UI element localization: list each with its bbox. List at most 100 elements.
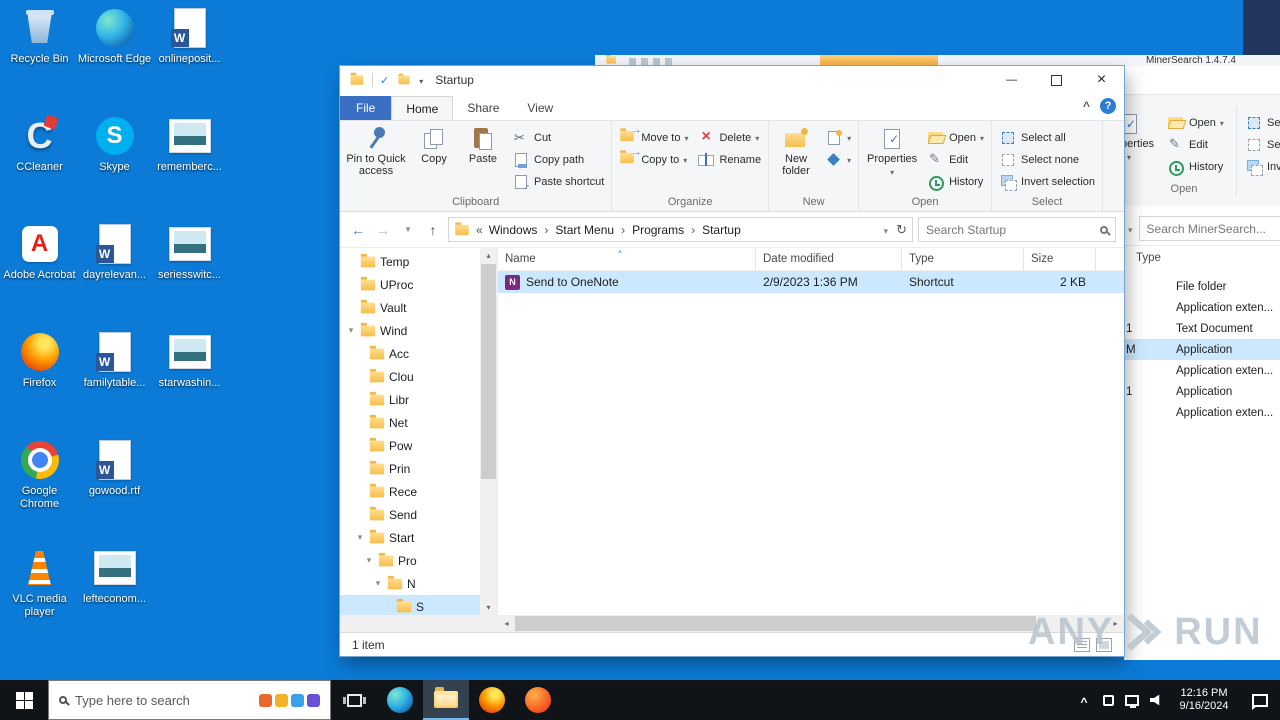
maximize-button[interactable] <box>1034 66 1079 94</box>
network-icon[interactable] <box>1120 680 1144 720</box>
select-none-button[interactable]: Select none <box>996 150 1098 169</box>
tree-item[interactable]: Acc <box>340 342 497 365</box>
paste-button[interactable]: Paste <box>460 124 506 195</box>
tree-item[interactable]: Start <box>340 526 497 549</box>
tab-view[interactable]: View <box>513 96 567 120</box>
file-row[interactable]: File folder <box>1124 276 1280 297</box>
tree-item[interactable]: Prin <box>340 457 497 480</box>
column-header-date-modified[interactable]: Date modified <box>756 248 902 270</box>
recent-locations-icon[interactable] <box>398 219 418 241</box>
desktop-icon[interactable]: Firefox <box>2 330 77 438</box>
tree-item[interactable]: Pro <box>340 549 497 572</box>
desktop-icon[interactable]: gowood.rtf <box>77 438 152 546</box>
paste-shortcut-button[interactable]: Paste shortcut <box>509 172 607 191</box>
file-row[interactable]: 1 Text Document <box>1124 318 1280 339</box>
close-button[interactable] <box>1079 66 1124 94</box>
collapse-ribbon-icon[interactable] <box>1083 99 1090 113</box>
copy-path-button[interactable]: Copy path <box>509 150 607 169</box>
taskbar-edge-button[interactable] <box>377 680 423 720</box>
delete-button[interactable]: Delete <box>694 128 764 147</box>
thumbnail-view-icon[interactable] <box>1096 637 1112 652</box>
desktop-icon[interactable]: CCleaner <box>2 114 77 222</box>
tree-expander-icon[interactable] <box>355 532 365 543</box>
column-header-name[interactable]: Name <box>498 248 756 270</box>
desktop-icon[interactable]: onlineposit... <box>152 6 227 114</box>
tab-file[interactable]: File <box>340 96 392 120</box>
tree-item[interactable]: Libr <box>340 388 497 411</box>
tree-item[interactable]: Send <box>340 503 497 526</box>
desktop-icon[interactable]: Adobe Acrobat <box>2 222 77 330</box>
copy-to-button[interactable]: → Copy to <box>616 147 691 169</box>
minimize-button[interactable] <box>989 66 1034 94</box>
move-to-button[interactable]: → Move to <box>616 125 691 147</box>
desktop-icon[interactable]: seriesswitc... <box>152 222 227 330</box>
desktop-icon[interactable]: Skype <box>77 114 152 222</box>
scrollbar-thumb[interactable] <box>515 616 1036 631</box>
type-column-header[interactable]: Type <box>1136 252 1161 264</box>
select-all-button[interactable]: Select all <box>1242 113 1280 132</box>
breadcrumb-item[interactable]: Startup <box>684 223 741 237</box>
select-all-button[interactable]: Select all <box>996 128 1098 147</box>
pin-to-quick-access-button[interactable]: Pin to Quick access <box>344 124 408 195</box>
back-button[interactable] <box>348 219 368 241</box>
breadcrumb-item[interactable]: Start Menu <box>537 223 614 237</box>
task-view-button[interactable] <box>331 680 377 720</box>
tree-scrollbar[interactable] <box>480 248 497 615</box>
select-none-button[interactable]: Select none <box>1242 135 1280 154</box>
scroll-left-icon[interactable] <box>498 615 515 632</box>
file-row[interactable]: M Application <box>1124 339 1280 360</box>
search-input[interactable]: Search Startup <box>918 217 1116 242</box>
edit-button[interactable]: Edit <box>924 150 987 169</box>
taskbar-app-button[interactable] <box>515 680 561 720</box>
open-button[interactable]: Open <box>1164 113 1227 132</box>
tab-home[interactable]: Home <box>391 96 454 120</box>
copy-button[interactable]: Copy <box>411 124 457 195</box>
tree-item[interactable]: Clou <box>340 365 497 388</box>
file-row[interactable]: 1 Application <box>1124 381 1280 402</box>
help-icon[interactable] <box>1100 98 1116 114</box>
file-row[interactable]: Send to OneNote 2/9/2023 1:36 PM Shortcu… <box>498 271 1124 293</box>
details-view-icon[interactable] <box>1074 637 1090 652</box>
rename-button[interactable]: Rename <box>694 150 764 169</box>
taskbar-firefox-button[interactable] <box>469 680 515 720</box>
background-search-input[interactable]: Search MinerSearch... <box>1138 216 1280 241</box>
properties-quick-icon[interactable] <box>380 73 389 87</box>
action-center-button[interactable] <box>1240 693 1280 710</box>
tree-item[interactable]: N <box>340 572 497 595</box>
clock[interactable]: 12:16 PM 9/16/2024 <box>1168 687 1240 713</box>
horizontal-scrollbar[interactable] <box>498 615 1124 632</box>
history-button[interactable]: History <box>924 172 987 191</box>
tree-item[interactable]: Rece <box>340 480 497 503</box>
refresh-icon[interactable] <box>896 222 907 238</box>
cut-button[interactable]: Cut <box>509 128 607 147</box>
desktop-icon[interactable]: rememberc... <box>152 114 227 222</box>
history-button[interactable]: History <box>1164 157 1227 176</box>
easy-access-button[interactable] <box>822 150 854 169</box>
new-folder-quick-icon[interactable] <box>398 73 410 85</box>
taskbar-explorer-button[interactable] <box>423 680 469 720</box>
desktop-icon[interactable]: lefteconom... <box>77 546 152 654</box>
tree-expander-icon[interactable] <box>364 555 374 566</box>
scroll-right-icon[interactable] <box>1107 615 1124 632</box>
address-dropdown-icon[interactable] <box>884 223 889 237</box>
new-folder-button[interactable]: New folder <box>773 124 819 195</box>
new-item-button[interactable] <box>822 128 854 147</box>
desktop-icon[interactable]: VLC media player <box>2 546 77 654</box>
breadcrumb-overflow-icon[interactable] <box>476 223 483 237</box>
taskbar-search-input[interactable]: Type here to search <box>48 680 331 720</box>
scroll-up-icon[interactable] <box>480 248 497 263</box>
tree-item[interactable]: Wind <box>340 319 497 342</box>
file-row[interactable]: Application exten... <box>1124 297 1280 318</box>
forward-button[interactable] <box>373 219 393 241</box>
properties-button[interactable]: Properties <box>863 124 921 195</box>
desktop-icon[interactable]: Microsoft Edge <box>77 6 152 114</box>
up-button[interactable] <box>423 219 443 241</box>
hidden-icons-chevron[interactable] <box>1072 680 1096 720</box>
tree-expander-icon[interactable] <box>373 578 383 589</box>
breadcrumb-item[interactable]: Windows <box>489 223 538 237</box>
tray-app-icon[interactable] <box>1096 680 1120 720</box>
tree-item[interactable]: Pow <box>340 434 497 457</box>
customize-toolbar-icon[interactable] <box>419 73 423 87</box>
edit-button[interactable]: Edit <box>1164 135 1227 154</box>
scrollbar-thumb[interactable] <box>481 264 496 479</box>
